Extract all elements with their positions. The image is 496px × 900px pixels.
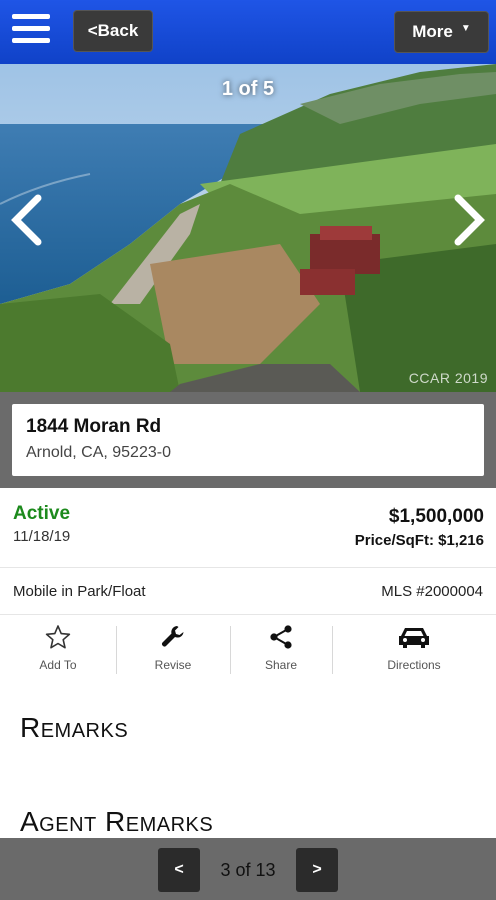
add-to-label: Add To [39, 658, 77, 672]
revise-button[interactable]: Revise [122, 616, 224, 682]
property-type: Mobile in Park/Float [13, 583, 146, 600]
listing-pager: < 3 of 13 > [0, 838, 496, 900]
share-button[interactable]: Share [236, 616, 326, 682]
next-listing-button[interactable]: > [296, 848, 338, 892]
list-price: $1,500,000 [388, 506, 484, 527]
add-to-button[interactable]: Add To [8, 616, 108, 682]
action-bar: Add To Revise Share Directions [0, 616, 496, 682]
star-icon [45, 625, 71, 649]
divider [230, 626, 231, 674]
directions-label: Directions [387, 658, 441, 672]
hamburger-menu-icon[interactable] [12, 14, 50, 46]
address-section: 1844 Moran Rd Arnold, CA, 95223-0 [0, 392, 496, 488]
revise-label: Revise [154, 658, 192, 672]
divider [332, 626, 333, 674]
wrench-icon [162, 626, 184, 647]
pager-position: 3 of 13 [220, 860, 276, 880]
street-address: 1844 Moran Rd [26, 416, 162, 437]
share-icon [270, 625, 292, 649]
caret-down-icon: ▼ [460, 22, 471, 34]
address-card: 1844 Moran Rd Arnold, CA, 95223-0 [12, 404, 484, 476]
more-label: More [412, 22, 453, 41]
photo-counter: 1 of 5 [221, 78, 275, 100]
directions-button[interactable]: Directions [340, 616, 488, 682]
remarks-heading: Remarks [20, 712, 129, 743]
top-bar: <Back More ▼ [0, 0, 496, 64]
city-state-zip: Arnold, CA, 95223-0 [26, 444, 171, 461]
photo-watermark: CCAR 2019 [408, 370, 488, 386]
listing-photo[interactable]: 1 of 5 CCAR 2019 [0, 64, 496, 392]
mls-number: MLS #2000004 [381, 583, 483, 600]
status-price-row: Active 11/18/19 $1,500,000 Price/SqFt: $… [0, 488, 496, 566]
status-label: Active [13, 503, 71, 524]
more-button[interactable]: More ▼ [394, 11, 489, 53]
share-label: Share [264, 658, 298, 672]
divider [116, 626, 117, 674]
previous-listing-button[interactable]: < [158, 848, 200, 892]
status-date: 11/18/19 [13, 528, 71, 545]
agent-remarks-heading: Agent Remarks [20, 806, 214, 837]
next-photo-arrow-icon[interactable] [450, 192, 488, 248]
previous-photo-arrow-icon[interactable] [8, 192, 46, 248]
back-button[interactable]: <Back [73, 10, 153, 52]
price-per-sqft: Price/SqFt: $1,216 [354, 532, 484, 549]
property-details-row: Mobile in Park/Float MLS #2000004 [0, 567, 496, 615]
car-icon [399, 628, 429, 648]
